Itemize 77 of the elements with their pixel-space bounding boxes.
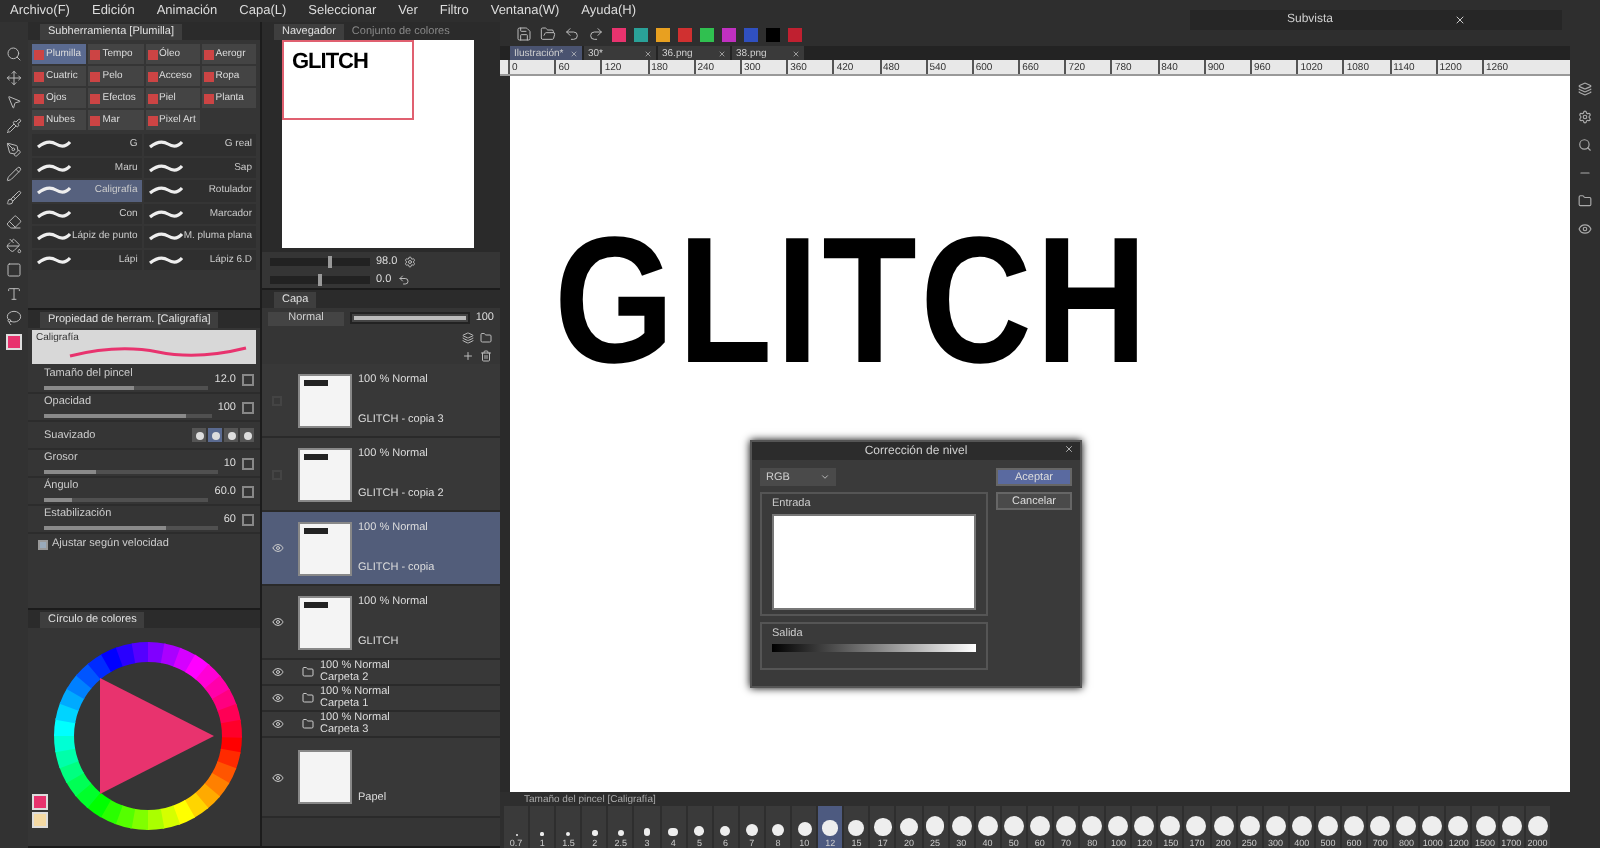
side-panel-icon[interactable] (1578, 194, 1592, 208)
eye-icon[interactable] (271, 718, 283, 730)
brush-stroke-icon (147, 184, 184, 197)
checkbox[interactable] (38, 539, 48, 549)
side-panel-icon[interactable] (1578, 138, 1592, 152)
add-icon[interactable] (462, 349, 474, 361)
folder-icon (302, 718, 314, 730)
checkbox-icon[interactable] (242, 373, 254, 385)
zoom-icon[interactable] (6, 46, 22, 62)
brush-stroke-icon (36, 253, 72, 266)
rotate-icon[interactable] (397, 273, 410, 285)
brush-stroke-icon (147, 230, 184, 243)
settings-icon[interactable] (403, 255, 416, 267)
brush-stroke-icon (147, 253, 184, 266)
pen-icon[interactable] (6, 142, 22, 158)
lasso-icon[interactable] (6, 310, 22, 326)
side-panel-icon[interactable] (1578, 82, 1592, 96)
layer-thumbnail (298, 373, 352, 427)
layer-thumbnail (298, 595, 352, 649)
stroke-preview-icon (68, 344, 248, 360)
slider-thumb[interactable] (327, 255, 332, 267)
layers-icon[interactable] (462, 331, 474, 343)
layer-thumbnail (298, 521, 352, 575)
brush-stroke-icon (36, 138, 72, 151)
brush-stroke-icon (147, 207, 184, 220)
eye-icon[interactable] (271, 542, 283, 554)
caret-icon (820, 472, 830, 482)
checkbox-icon[interactable] (242, 457, 254, 469)
checkbox-icon[interactable] (242, 485, 254, 497)
pencil-icon[interactable] (6, 166, 22, 182)
brush-stroke-icon (147, 161, 184, 174)
checkbox-icon[interactable] (242, 513, 254, 525)
slider-track[interactable] (44, 469, 218, 474)
brush-stroke-icon (36, 184, 72, 197)
folder-icon[interactable] (480, 331, 492, 343)
eraser-icon[interactable] (6, 214, 22, 230)
open-icon[interactable] (540, 26, 556, 42)
main-color-swatch[interactable] (6, 334, 22, 350)
eye-icon[interactable] (271, 692, 283, 704)
checkbox-icon[interactable] (242, 401, 254, 413)
layer-thumbnail (298, 447, 352, 501)
side-panel-icon[interactable] (1578, 222, 1592, 236)
eye-icon[interactable] (271, 666, 283, 678)
folder-icon (302, 692, 314, 704)
smoothing-option[interactable] (224, 428, 238, 442)
canvas-text: GLITCH (554, 212, 1151, 392)
smoothing-option[interactable] (208, 428, 222, 442)
pointer-icon[interactable] (6, 94, 22, 110)
folder-icon (302, 666, 314, 678)
eye-icon[interactable] (271, 616, 283, 628)
brush-icon[interactable] (6, 190, 22, 206)
side-panel-icon[interactable] (1578, 166, 1592, 180)
side-panel-icon[interactable] (1578, 110, 1592, 124)
save-icon[interactable] (516, 26, 532, 42)
main-color-swatch[interactable] (32, 794, 48, 810)
fill-bucket-icon[interactable] (6, 238, 22, 254)
brush-stroke-icon (36, 161, 72, 174)
preview-text: GLITCH (292, 50, 368, 78)
redo-icon[interactable] (588, 26, 604, 42)
brush-stroke-icon (147, 138, 184, 151)
move-icon[interactable] (6, 70, 22, 86)
slider-track[interactable] (44, 385, 209, 390)
brush-stroke-icon (36, 230, 72, 243)
slider-track[interactable] (44, 525, 218, 530)
layer-thumbnail (298, 750, 352, 804)
eye-icon[interactable] (271, 771, 283, 783)
opacity-slider[interactable] (350, 312, 470, 324)
sub-color-swatch[interactable] (32, 812, 48, 828)
brush-stroke-icon (36, 207, 72, 220)
text-icon[interactable] (6, 286, 22, 302)
smoothing-option[interactable] (240, 428, 254, 442)
rectangle-icon[interactable] (6, 262, 22, 278)
trash-icon[interactable] (480, 349, 492, 361)
smoothing-option[interactable] (192, 428, 206, 442)
close-icon[interactable] (1453, 14, 1465, 26)
undo-icon[interactable] (564, 26, 580, 42)
eyedropper-icon[interactable] (6, 118, 22, 134)
